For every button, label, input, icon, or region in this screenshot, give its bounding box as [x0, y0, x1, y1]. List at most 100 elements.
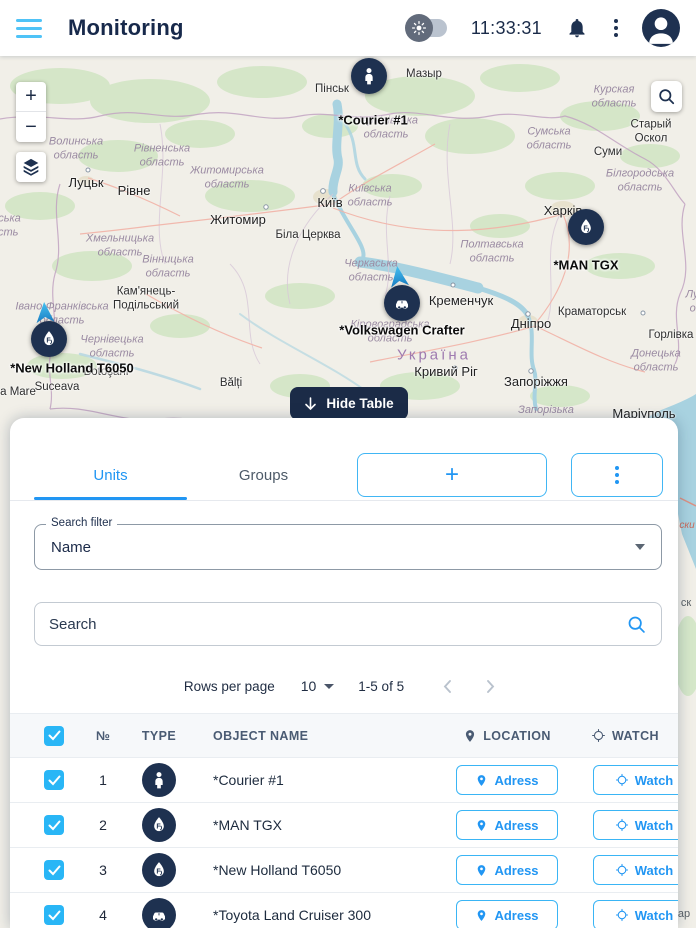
- search-icon: [659, 89, 675, 105]
- col-location: LOCATION: [442, 729, 572, 743]
- watch-button[interactable]: Watch: [593, 810, 678, 840]
- table-body: 1 *Courier #1 Adress Watch 2 F *MAN TGX: [10, 758, 678, 928]
- rows-per-page-label: Rows per page: [183, 678, 275, 694]
- bell-icon[interactable]: [566, 17, 588, 39]
- search-filter-label: Search filter: [46, 517, 118, 529]
- unit-type-icon: [142, 763, 176, 797]
- table-header: № TYPE OBJECT NAME LOCATION WATCH: [10, 713, 678, 758]
- row-checkbox[interactable]: [44, 860, 64, 880]
- table-row: 4 *Toyota Land Cruiser 300 Adress Watch: [10, 893, 678, 928]
- row-number: 4: [99, 907, 107, 923]
- hide-table-button[interactable]: Hide Table: [290, 387, 408, 420]
- col-type: TYPE: [141, 728, 177, 743]
- arrow-down-icon: [305, 396, 317, 410]
- map-pin-icon: [478, 909, 486, 921]
- row-number: 3: [99, 862, 107, 878]
- caret-down-icon: [324, 683, 335, 689]
- address-button[interactable]: Adress: [456, 810, 558, 840]
- layers-icon: [23, 158, 39, 176]
- map-pin-icon: [478, 819, 486, 831]
- rows-per-page-select[interactable]: 10: [301, 678, 335, 694]
- unit-type-icon: [142, 898, 176, 928]
- map-pin-icon: [478, 774, 486, 786]
- table-row: 3 F *New Holland T6050 Adress Watch: [10, 848, 678, 893]
- fuel-drop-icon: F: [581, 219, 591, 234]
- tab-units[interactable]: Units: [34, 450, 187, 500]
- search-filter-select[interactable]: Search filter Name: [34, 517, 662, 570]
- panel-tabs: Units Groups +: [34, 450, 663, 500]
- pedestrian-icon: [365, 68, 373, 85]
- table-row: 1 *Courier #1 Adress Watch: [10, 758, 678, 803]
- search-icon[interactable]: [626, 614, 647, 635]
- tab-groups[interactable]: Groups: [187, 450, 340, 500]
- map-marker-fuel[interactable]: F: [31, 321, 67, 357]
- car-icon: [396, 300, 408, 310]
- search-filter-value: Name: [51, 538, 92, 556]
- car-icon: [153, 912, 165, 922]
- account-avatar[interactable]: [642, 9, 680, 47]
- pagination: Rows per page 10 1-5 of 5: [10, 670, 678, 702]
- crosshair-icon: [615, 818, 628, 832]
- pedestrian-icon: [155, 772, 163, 789]
- layers-button[interactable]: [16, 152, 46, 182]
- map-marker-car[interactable]: [384, 285, 420, 321]
- map-marker-person[interactable]: [351, 58, 387, 94]
- crosshair-icon: [592, 729, 606, 742]
- object-name: *MAN TGX: [213, 817, 282, 833]
- row-number: 1: [99, 772, 107, 788]
- page-title: Monitoring: [68, 15, 184, 40]
- object-name: *New Holland T6050: [213, 862, 342, 878]
- panel-more-button[interactable]: [571, 453, 663, 497]
- map-marker-label: *Volkswagen Crafter: [339, 322, 465, 338]
- map-marker-label: *Courier #1: [338, 112, 408, 128]
- address-button[interactable]: Adress: [456, 900, 558, 928]
- map-marker-label: *New Holland T6050: [10, 360, 134, 376]
- fuel-drop-icon: F: [154, 862, 164, 877]
- map-search-button[interactable]: [651, 81, 682, 112]
- header-more-icon[interactable]: [610, 15, 622, 41]
- map-pin-icon: [466, 729, 475, 742]
- page-range: 1-5 of 5: [358, 678, 405, 694]
- add-unit-button[interactable]: +: [357, 453, 547, 497]
- fuel-drop-icon: F: [44, 331, 54, 346]
- object-name: *Toyota Land Cruiser 300: [213, 907, 371, 923]
- map-marker-fuel[interactable]: F: [568, 209, 604, 245]
- menu-icon[interactable]: [16, 18, 42, 38]
- address-button[interactable]: Adress: [456, 855, 558, 885]
- clock: 11:33:31: [470, 17, 542, 38]
- divider: [10, 500, 678, 501]
- watch-button[interactable]: Watch: [593, 855, 678, 885]
- unit-type-icon: F: [142, 853, 176, 887]
- address-button[interactable]: Adress: [456, 765, 558, 795]
- zoom-controls: + −: [16, 82, 46, 142]
- watch-button[interactable]: Watch: [593, 765, 678, 795]
- chevron-right-icon: [487, 679, 495, 693]
- crosshair-icon: [615, 863, 628, 877]
- zoom-out-button[interactable]: −: [16, 112, 46, 142]
- search-input[interactable]: [49, 615, 626, 633]
- theme-toggle[interactable]: [404, 14, 447, 42]
- unit-type-icon: F: [142, 808, 176, 842]
- row-checkbox[interactable]: [44, 905, 64, 925]
- select-all-checkbox[interactable]: [44, 725, 64, 746]
- row-checkbox[interactable]: [44, 815, 64, 835]
- caret-down-icon: [635, 544, 645, 550]
- col-watch: WATCH: [572, 728, 678, 743]
- sun-icon: [404, 14, 433, 42]
- next-page-button[interactable]: [478, 673, 504, 699]
- prev-page-button[interactable]: [434, 673, 460, 699]
- fuel-drop-icon: F: [154, 817, 164, 832]
- col-object-name: OBJECT NAME: [213, 728, 309, 743]
- hide-table-label: Hide Table: [326, 396, 394, 411]
- col-number: №: [95, 728, 111, 743]
- row-checkbox[interactable]: [44, 770, 64, 790]
- watch-button[interactable]: Watch: [593, 900, 678, 928]
- search-box: [34, 602, 662, 646]
- zoom-in-button[interactable]: +: [16, 82, 46, 112]
- crosshair-icon: [615, 908, 628, 922]
- chevron-left-icon: [443, 679, 452, 693]
- map-pin-icon: [478, 864, 486, 876]
- map-marker-label: *MAN TGX: [553, 257, 619, 273]
- rows-per-page-value: 10: [300, 678, 317, 694]
- app-header: Monitoring 11:33:31: [0, 0, 696, 56]
